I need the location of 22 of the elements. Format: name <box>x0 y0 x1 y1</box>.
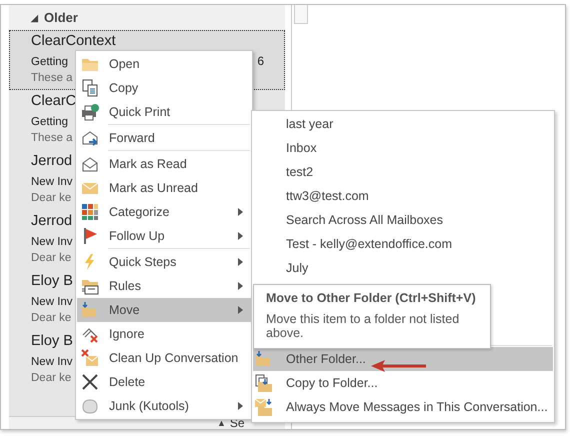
message-date: 6 <box>257 54 264 68</box>
message-subject: Getting <box>31 115 68 130</box>
message-subject: New Inv <box>31 235 73 250</box>
message-sender: ClearContext <box>31 32 116 51</box>
message-sender: Jerrod <box>31 152 72 171</box>
message-preview: These a <box>31 131 73 146</box>
message-sender: Eloy B <box>31 332 73 351</box>
message-sender: Jerrod <box>31 212 72 231</box>
message-subject: Getting <box>31 55 68 70</box>
message-preview: These a <box>31 71 73 86</box>
message-preview: Dear ke <box>31 191 72 206</box>
message-sender: Eloy B <box>31 272 73 291</box>
message-preview: Dear ke <box>31 311 72 326</box>
message-preview: Dear ke <box>31 371 72 386</box>
group-header: Older <box>44 10 78 25</box>
message-preview: Dear ke <box>31 251 72 266</box>
tooltip-text: Move this item to a folder not listed above. <box>266 312 460 340</box>
message-sender: ClearC <box>31 92 76 111</box>
message-subject: New Inv <box>31 355 73 370</box>
tooltip-title: Move to Other Folder (Ctrl+Shift+V) <box>266 291 477 305</box>
message-subject: New Inv <box>31 175 73 190</box>
message-subject: New Inv <box>31 295 73 310</box>
